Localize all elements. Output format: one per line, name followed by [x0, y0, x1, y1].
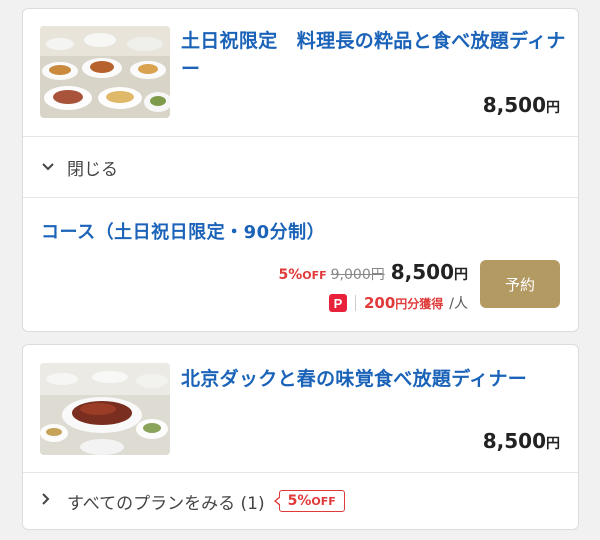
course-price: 8,500円 [391, 260, 468, 284]
discount-badge: 5% OFF [273, 490, 345, 512]
plan-price-currency: 円 [546, 436, 560, 452]
course-price-value: 8,500 [390, 260, 454, 284]
plan-price: 8,500円 [483, 93, 560, 117]
chevron-down-icon [41, 157, 59, 177]
discount-label: 5%OFF [278, 267, 326, 283]
plan-title-link[interactable]: 北京ダックと春の味覚食べ放題ディナー [181, 365, 566, 393]
plan-price-currency: 円 [546, 100, 560, 116]
plan-card: 北京ダックと春の味覚食べ放題ディナー 8,500円 すべてのプランをみる (1)… [22, 344, 579, 530]
course-price-line: 5%OFF 9,000円 8,500円 [278, 260, 468, 284]
see-all-plans-label: すべてのプランをみる (1) [67, 493, 265, 514]
plan-title-link[interactable]: 土日祝限定 料理長の粋品と食べ放題ディナー [181, 27, 566, 83]
per-person: /人 [449, 296, 468, 312]
chevron-right-icon [41, 491, 59, 511]
plan-photo[interactable] [40, 363, 170, 455]
plan-price-value: 8,500 [482, 429, 546, 453]
divider [23, 197, 578, 198]
plan-card: 土日祝限定 料理長の粋品と食べ放題ディナー 8,500円 閉じる コース（土日祝… [22, 8, 579, 332]
plan-price: 8,500円 [483, 429, 560, 453]
points-value: 200 [363, 294, 396, 312]
original-price: 9,000円 [330, 267, 385, 283]
points-line: P 200円分獲得 /人 [328, 293, 468, 313]
points-icon: P [328, 294, 347, 312]
separator [354, 295, 356, 311]
badge-pct: 5% [287, 493, 312, 509]
close-toggle[interactable]: 閉じる [23, 137, 578, 197]
course-price-currency: 円 [454, 267, 468, 283]
plan-price-value: 8,500 [482, 93, 546, 117]
close-toggle-label: 閉じる [67, 159, 118, 180]
badge-off: OFF [311, 494, 336, 508]
plan-photo[interactable] [40, 26, 170, 118]
points-suffix: 円分獲得 [395, 297, 444, 311]
see-all-plans-toggle[interactable]: すべてのプランをみる (1) 5% OFF [23, 473, 578, 529]
points-earned: 200円分獲得 [364, 294, 443, 312]
reserve-button[interactable]: 予約 [480, 260, 560, 308]
course-title-link[interactable]: コース（土日祝日限定・90分制） [41, 218, 325, 244]
discount-off: OFF [302, 269, 327, 282]
discount-pct: 5% [278, 267, 303, 283]
